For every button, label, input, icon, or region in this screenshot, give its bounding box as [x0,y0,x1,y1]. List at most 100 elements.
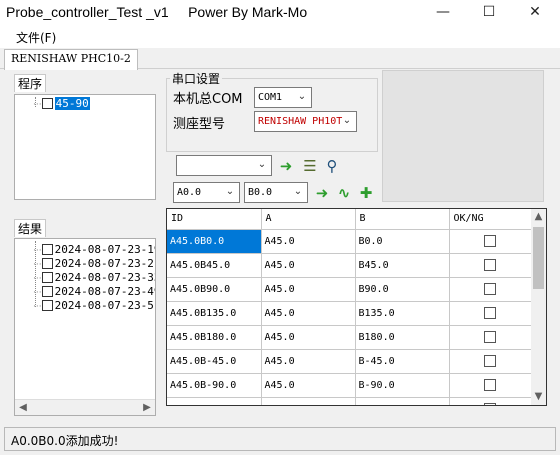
cell-a[interactable]: A45.0 [261,229,356,254]
cell-ok-ng[interactable] [449,253,532,278]
cell-id[interactable]: A45.0B90.0 [167,277,262,302]
table-row[interactable]: A45.0B135.0 A45.0 B135.0 [167,301,532,326]
cell-id[interactable]: A45.0B-135.0 [167,397,262,405]
cell-a[interactable]: A45.0 [261,349,356,374]
status-message: A0.0B0.0添加成功! [11,434,119,448]
cell-b[interactable]: B-45.0 [355,349,450,374]
maximize-button[interactable]: ☐ [466,0,512,26]
cell-b[interactable]: B0.0 [355,229,450,254]
results-tree[interactable]: ···2024-08-07-23-19-3 ···2024-08-07-23-2… [14,238,156,416]
result-item[interactable]: ···2024-08-07-23-49-3 [33,285,155,299]
table-row[interactable]: A45.0B90.0 A45.0 B90.0 [167,277,532,302]
data-grid[interactable]: ID A B OK/NG A45.0B0.0 A45.0 B0.0 A45.0B… [166,208,547,406]
minimize-button[interactable]: — [420,0,466,26]
result-item[interactable]: ···2024-08-07-23-21-3 [33,257,155,271]
scroll-down-icon[interactable]: ▼ [531,389,546,405]
cell-id[interactable]: A45.0B135.0 [167,301,262,326]
a-angle-select[interactable]: A0.0 ⌄ [173,182,240,203]
cell-ok-ng[interactable] [449,301,532,326]
ok-checkbox[interactable] [484,354,496,367]
result-checkbox[interactable] [41,272,53,283]
cell-a[interactable]: A45.0 [261,373,356,398]
column-header-b[interactable]: B [355,209,450,230]
results-horizontal-scrollbar[interactable]: ◀ ▶ [15,399,155,415]
table-row[interactable]: A45.0B45.0 A45.0 B45.0 [167,253,532,278]
cell-id[interactable]: A45.0B180.0 [167,325,262,350]
result-label: 2024-08-07-23-49-3 [54,285,155,298]
window-title: Probe_controller_Test _v1 Power By Mark-… [6,4,308,20]
scroll-right-icon[interactable]: ▶ [139,400,155,415]
column-header-ok-ng[interactable]: OK/NG [449,209,532,230]
result-label: 2024-08-07-23-19-3 [54,243,155,256]
chevron-down-icon: ⌄ [297,91,307,102]
cell-b[interactable]: B-135.0 [355,397,450,405]
green-arrow-right-icon[interactable]: ➜ [276,156,296,176]
ok-checkbox[interactable] [484,258,496,271]
close-button[interactable]: ✕ [512,0,558,26]
cell-b[interactable]: B135.0 [355,301,450,326]
table-row[interactable]: A45.0B0.0 A45.0 B0.0 [167,229,532,254]
program-tree-item[interactable]: ··· 45-90 [33,97,90,111]
result-item[interactable]: ···2024-08-07-23-33-2 [33,271,155,285]
cell-a[interactable]: A45.0 [261,397,356,405]
com-port-select[interactable]: COM1 ⌄ [254,87,312,108]
points-table: ID A B OK/NG A45.0B0.0 A45.0 B0.0 A45.0B… [167,209,532,405]
column-header-a[interactable]: A [261,209,356,230]
cell-a[interactable]: A45.0 [261,277,356,302]
cell-id[interactable]: A45.0B45.0 [167,253,262,278]
cell-a[interactable]: A45.0 [261,301,356,326]
program-item-checkbox[interactable] [41,98,53,109]
probe-model-select[interactable]: RENISHAW PH10T ⌄ [254,111,357,132]
cell-ok-ng[interactable] [449,325,532,350]
program-tree[interactable]: ··· 45-90 [14,94,156,200]
table-row[interactable]: A45.0B-135.0 A45.0 B-135.0 [167,397,532,405]
result-checkbox[interactable] [41,258,53,269]
cell-id[interactable]: A45.0B-45.0 [167,349,262,374]
cell-b[interactable]: B-90.0 [355,373,450,398]
result-checkbox[interactable] [41,286,53,297]
program-select[interactable]: ⌄ [176,155,272,176]
serial-settings-title: 串口设置 [170,70,223,87]
ok-checkbox[interactable] [484,378,496,391]
result-checkbox[interactable] [41,244,53,255]
broom-icon[interactable]: ☰ [300,156,320,176]
cell-b[interactable]: B180.0 [355,325,450,350]
cell-id[interactable]: A45.0B-90.0 [167,373,262,398]
table-row[interactable]: A45.0B180.0 A45.0 B180.0 [167,325,532,350]
green-arrow-right-icon[interactable]: ➜ [312,183,332,203]
result-item[interactable]: ···2024-08-07-23-51-4 [33,299,155,313]
com-port-label: 本机总COM [173,92,243,107]
cell-ok-ng[interactable] [449,373,532,398]
result-label: 2024-08-07-23-33-2 [54,271,155,284]
scroll-left-icon[interactable]: ◀ [15,400,31,415]
program-label: 程序 [14,74,47,92]
ok-checkbox[interactable] [484,234,496,247]
cell-b[interactable]: B90.0 [355,277,450,302]
column-header-id[interactable]: ID [167,209,262,230]
ok-checkbox[interactable] [484,330,496,343]
cell-a[interactable]: A45.0 [261,325,356,350]
cell-ok-ng[interactable] [449,229,532,254]
scrollbar-thumb[interactable] [533,227,544,289]
b-angle-select[interactable]: B0.0 ⌄ [244,182,308,203]
cell-ok-ng[interactable] [449,397,532,405]
cell-b[interactable]: B45.0 [355,253,450,278]
cell-ok-ng[interactable] [449,349,532,374]
ok-checkbox[interactable] [484,306,496,319]
grid-vertical-scrollbar[interactable]: ▲ ▼ [531,209,546,405]
cell-ok-ng[interactable] [449,277,532,302]
cell-a[interactable]: A45.0 [261,253,356,278]
result-item[interactable]: ···2024-08-07-23-19-3 [33,243,155,257]
tab-renishaw-phc10-2[interactable]: RENISHAW PHC10-2 [4,49,138,70]
ok-checkbox[interactable] [484,402,496,405]
scroll-up-icon[interactable]: ▲ [531,209,546,225]
result-checkbox[interactable] [41,300,53,311]
ok-checkbox[interactable] [484,282,496,295]
add-document-icon[interactable]: ✚ [356,183,376,203]
menu-file[interactable]: 文件(F) [16,29,56,46]
table-row[interactable]: A45.0B-45.0 A45.0 B-45.0 [167,349,532,374]
wave-icon[interactable]: ∿ [334,183,354,203]
magnifier-icon[interactable]: ⚲ [322,156,342,176]
table-row[interactable]: A45.0B-90.0 A45.0 B-90.0 [167,373,532,398]
cell-id[interactable]: A45.0B0.0 [167,229,262,254]
